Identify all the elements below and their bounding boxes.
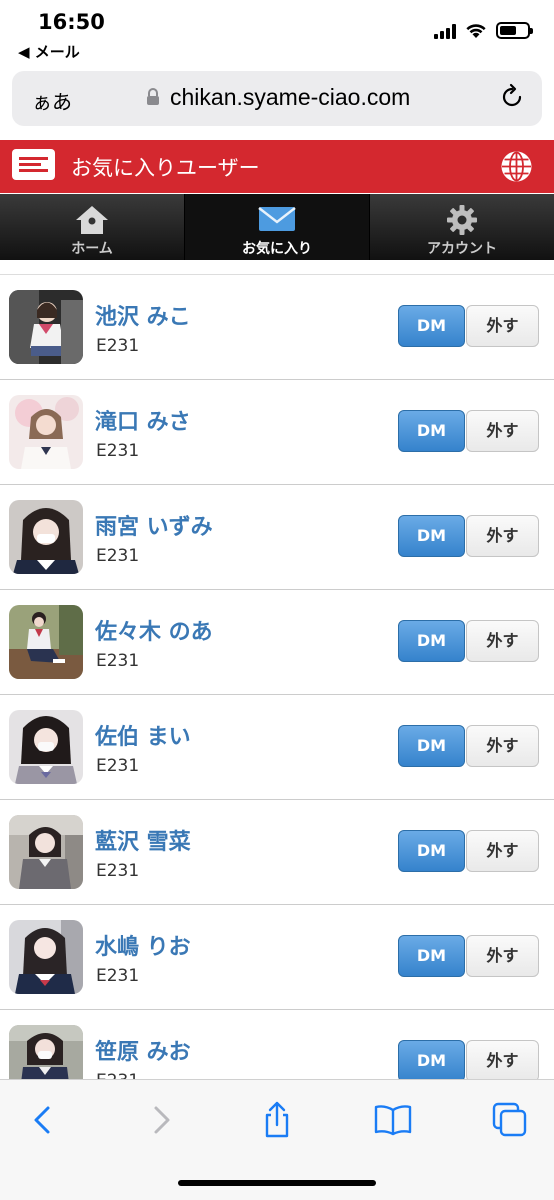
url-text: chikan.syame-ciao.com (170, 84, 411, 110)
tab-favorites-label: お気に入り (242, 241, 312, 257)
remove-button[interactable]: 外す (466, 830, 539, 872)
dm-button[interactable]: DM (398, 305, 465, 347)
back-to-app-link[interactable]: ◀ メール (18, 41, 80, 62)
tab-favorites[interactable]: お気に入り (185, 194, 370, 260)
dm-button[interactable]: DM (398, 935, 465, 977)
avatar[interactable] (9, 395, 83, 469)
globe-icon[interactable] (500, 150, 533, 183)
tab-account-label: アカウント (427, 241, 497, 257)
tab-bar: ホーム お気に入り アカウント (0, 194, 554, 260)
list-item: 池沢 みこ E231 DM 外す (0, 275, 554, 380)
user-name[interactable]: 池沢 みこ (95, 299, 191, 331)
user-name[interactable]: 滝口 みさ (95, 404, 191, 436)
status-bar: 16:50 ◀ メール (0, 0, 554, 66)
page-title: お気に入りユーザー (71, 156, 260, 180)
avatar[interactable] (9, 605, 83, 679)
back-icon[interactable] (22, 1100, 62, 1140)
user-line: E231 (96, 546, 140, 566)
user-name[interactable]: 佐伯 まい (95, 719, 191, 751)
user-line: E231 (96, 756, 140, 776)
battery-icon (496, 22, 533, 39)
avatar[interactable] (9, 1025, 83, 1079)
page-settings-button[interactable]: ぁあ (32, 86, 72, 115)
avatar[interactable] (9, 920, 83, 994)
forward-icon[interactable] (142, 1100, 182, 1140)
user-line: E231 (96, 651, 140, 671)
user-name[interactable]: 藍沢 雪菜 (95, 824, 191, 856)
avatar[interactable] (9, 815, 83, 889)
list-item: 雨宮 いずみ E231 DM 外す (0, 485, 554, 590)
tabs-icon[interactable] (490, 1100, 530, 1140)
remove-button[interactable]: 外す (466, 935, 539, 977)
tab-account[interactable]: アカウント (370, 194, 554, 260)
list-item: 佐々木 のあ E231 DM 外す (0, 590, 554, 695)
mail-icon (258, 207, 296, 231)
dm-button[interactable]: DM (398, 410, 465, 452)
dm-button[interactable]: DM (398, 1040, 465, 1079)
list-item: 滝口 みさ E231 DM 外す (0, 380, 554, 485)
remove-button[interactable]: 外す (466, 620, 539, 662)
list-item: 水嶋 りお E231 DM 外す (0, 905, 554, 1010)
user-line: E231 (96, 861, 140, 881)
dm-button[interactable]: DM (398, 830, 465, 872)
user-line: E231 (96, 1071, 139, 1079)
list-item: 藍沢 雪菜 E231 DM 外す (0, 800, 554, 905)
tab-home[interactable]: ホーム (0, 194, 185, 260)
avatar[interactable] (9, 500, 83, 574)
lock-icon (147, 88, 159, 105)
menu-button[interactable] (12, 149, 55, 180)
share-icon[interactable] (257, 1100, 297, 1140)
dm-button[interactable]: DM (398, 515, 465, 557)
address-bar[interactable]: ぁあ chikan.syame-ciao.com (12, 71, 542, 126)
user-name[interactable]: 佐々木 のあ (95, 614, 213, 646)
user-line: E231 (96, 441, 140, 461)
remove-button[interactable]: 外す (466, 515, 539, 557)
list-item: 笹原 みお E231 DM 外す (0, 1010, 554, 1079)
list-item: 佐伯 まい E231 DM 外す (0, 695, 554, 800)
user-line: E231 (96, 966, 140, 986)
gear-icon (447, 205, 477, 235)
status-icons (434, 22, 533, 39)
favorite-user-list: 池沢 みこ E231 DM 外す 滝口 みさ E231 DM 外す 雨宮 いずみ… (0, 274, 554, 1079)
cellular-signal-icon (434, 23, 456, 39)
wifi-icon (466, 24, 486, 38)
status-time: 16:50 (38, 10, 105, 34)
remove-button[interactable]: 外す (466, 1040, 539, 1079)
home-indicator (178, 1180, 376, 1186)
remove-button[interactable]: 外す (466, 410, 539, 452)
avatar[interactable] (9, 290, 83, 364)
dm-button[interactable]: DM (398, 620, 465, 662)
page-header: お気に入りユーザー (0, 140, 554, 193)
avatar[interactable] (9, 710, 83, 784)
user-name[interactable]: 笹原 みお (95, 1034, 191, 1066)
home-icon (76, 206, 108, 234)
remove-button[interactable]: 外す (466, 725, 539, 767)
tab-home-label: ホーム (71, 241, 113, 257)
user-name[interactable]: 雨宮 いずみ (95, 509, 213, 541)
user-line: E231 (96, 336, 140, 356)
user-name[interactable]: 水嶋 りお (95, 929, 191, 961)
dm-button[interactable]: DM (398, 725, 465, 767)
reload-icon[interactable] (498, 83, 526, 111)
bookmarks-icon[interactable] (373, 1100, 413, 1140)
remove-button[interactable]: 外す (466, 305, 539, 347)
